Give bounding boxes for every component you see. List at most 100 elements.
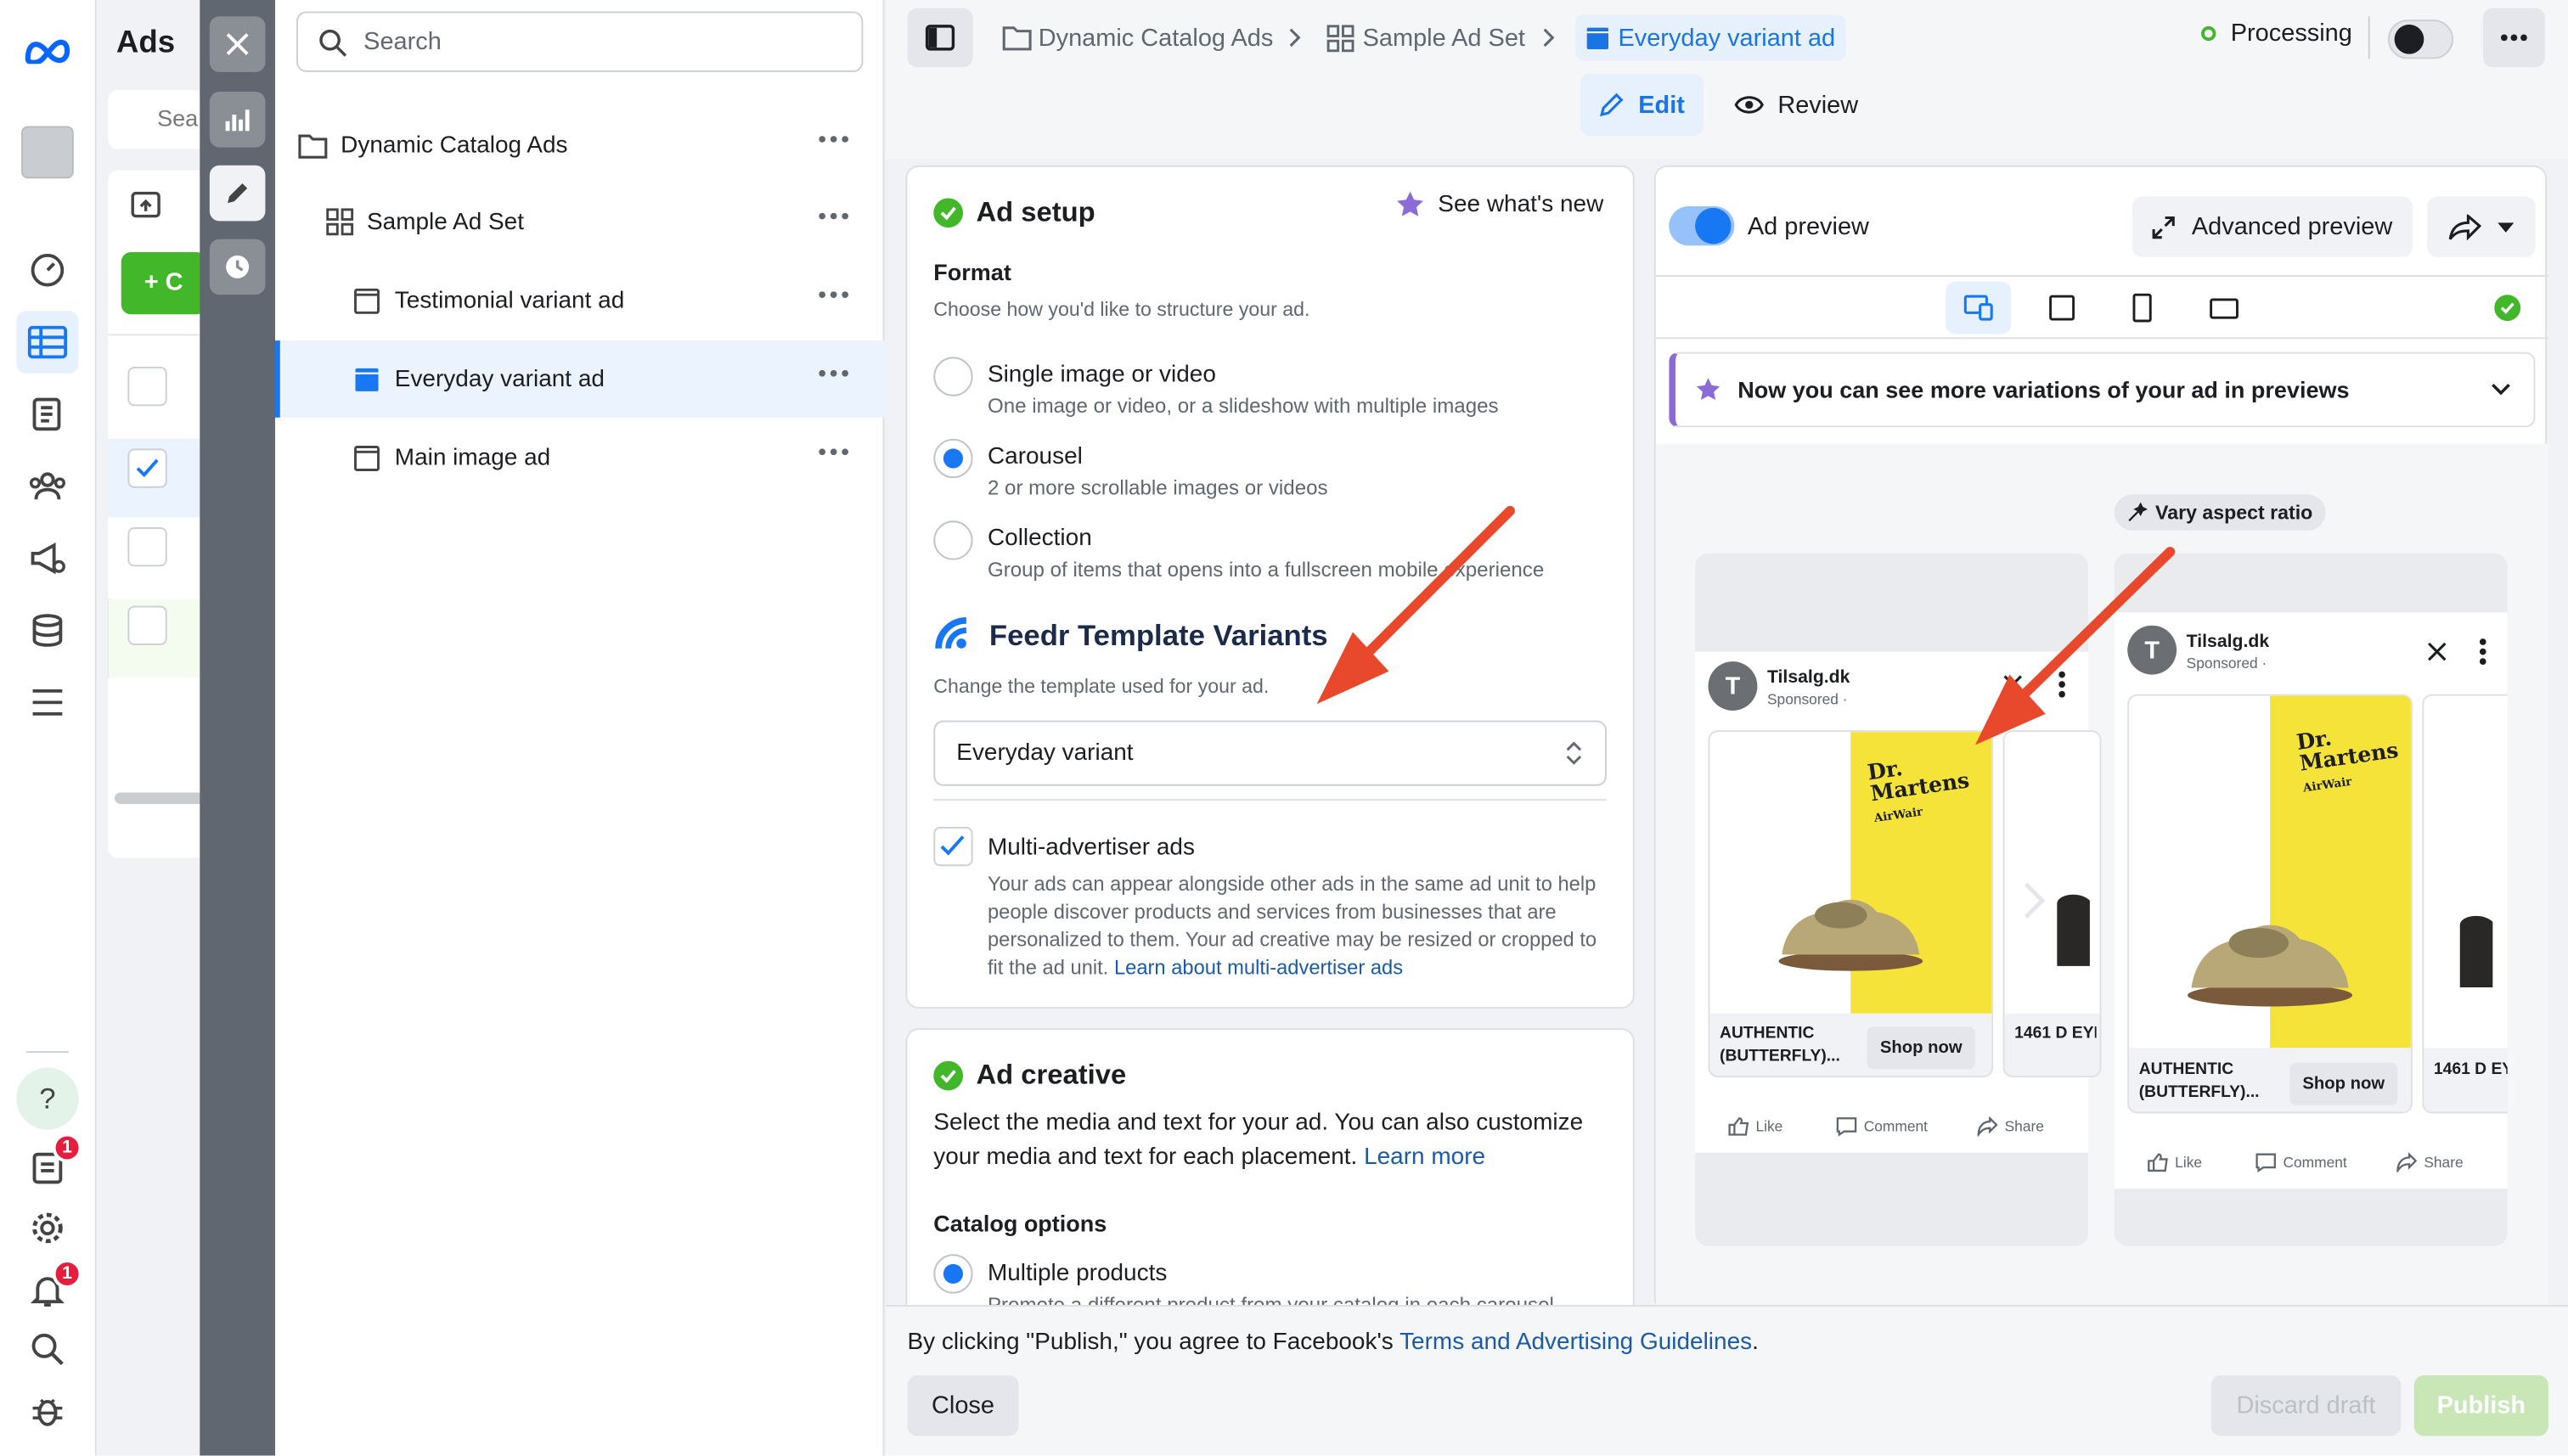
consent-prefix: By clicking "Publish," you agree to Face…	[907, 1330, 1400, 1356]
tree-node-label: Sample Ad Set	[367, 208, 525, 235]
square-ratio-icon[interactable]	[2046, 291, 2079, 324]
audiences-icon[interactable]	[16, 455, 78, 517]
row-checkbox[interactable]	[127, 605, 167, 645]
breadcrumb-campaign[interactable]: Dynamic Catalog Ads	[1002, 14, 1273, 60]
tree-node-adset[interactable]: Sample Ad Set	[275, 183, 884, 261]
more-options-icon[interactable]	[819, 369, 849, 377]
tree-node-campaign[interactable]: Dynamic Catalog Ads	[275, 106, 884, 183]
more-vertical-icon[interactable]	[2058, 671, 2065, 698]
learn-more-link[interactable]: Learn more	[1364, 1144, 1485, 1171]
history-clock-icon[interactable]	[209, 239, 266, 295]
multi-advertiser-checkbox[interactable]	[933, 826, 973, 867]
vertical-ratio-icon[interactable]	[2126, 291, 2159, 324]
catalog-database-icon[interactable]	[16, 599, 78, 661]
shop-now-button[interactable]: Shop now	[1867, 1026, 1975, 1070]
notifications-list-icon[interactable]: 1	[16, 1133, 82, 1198]
breadcrumb-ad[interactable]: Everyday variant ad	[1575, 14, 1845, 61]
more-vertical-icon[interactable]	[2479, 638, 2486, 666]
select-all-checkbox[interactable]	[127, 367, 167, 407]
ads-search-input[interactable]: Sea	[108, 90, 207, 149]
chevron-down-icon[interactable]	[2491, 383, 2510, 396]
multi-advertiser-link[interactable]: Learn about multi-advertiser ads	[1114, 956, 1403, 979]
share-preview-button[interactable]	[2427, 196, 2536, 257]
breadcrumb-adset[interactable]: Sample Ad Set	[1326, 14, 1525, 60]
settings-gear-icon[interactable]	[16, 1197, 78, 1259]
product-name: 1461 D EYE SH	[2014, 1025, 2096, 1043]
more-options-icon[interactable]	[819, 136, 849, 143]
variations-banner-text: Now you can see more variations of your …	[1737, 376, 2350, 403]
bug-report-icon[interactable]	[16, 1380, 78, 1442]
carousel-card-1[interactable]: Dr. Martens AirWair AUTHENTIC (BUTTERFLY)…	[1708, 730, 1994, 1078]
variations-banner[interactable]: Now you can see more variations of your …	[1669, 351, 2536, 428]
more-options-icon[interactable]	[819, 291, 849, 299]
close-icon[interactable]	[2003, 675, 2023, 694]
format-option-carousel[interactable]: Carousel 2 or more scrollable images or …	[988, 444, 1328, 500]
help-icon[interactable]: ?	[16, 1067, 79, 1130]
horizontal-ratio-icon[interactable]	[2206, 291, 2242, 324]
share-arrow-icon	[2448, 213, 2481, 240]
edit-tab[interactable]: Edit	[1580, 73, 1704, 137]
shop-now-button[interactable]: Shop now	[2289, 1062, 2398, 1105]
bell-icon[interactable]: 1	[16, 1259, 82, 1321]
vary-aspect-ratio-label: Vary aspect ratio	[2155, 501, 2313, 525]
comment-action[interactable]: Comment	[2255, 1153, 2347, 1172]
like-action[interactable]: Like	[2147, 1153, 2202, 1172]
review-tab[interactable]: Review	[1732, 74, 1862, 136]
format-radio-collection[interactable]	[933, 520, 973, 560]
share-action[interactable]: Share	[2396, 1152, 2464, 1172]
more-options-icon[interactable]	[819, 212, 849, 220]
thumbs-up-icon	[2148, 1153, 2168, 1172]
ads-manager-table-icon[interactable]	[16, 311, 79, 374]
horizontal-scrollbar[interactable]	[115, 792, 207, 804]
format-label: Format	[933, 258, 1011, 285]
tree-search-input[interactable]: Search	[296, 11, 864, 72]
comment-action[interactable]: Comment	[1836, 1116, 1928, 1137]
whats-new-link[interactable]: See what's new	[1395, 190, 1603, 220]
dashboard-icon[interactable]	[16, 239, 78, 301]
campaigns-megaphone-icon[interactable]	[16, 527, 78, 589]
carousel-card-2[interactable]: 1461 D EYE SH	[2422, 694, 2508, 1114]
folder-upload-icon[interactable]	[127, 187, 163, 222]
more-menu-icon[interactable]	[2482, 8, 2546, 68]
format-option-single[interactable]: Single image or video One image or video…	[988, 362, 1499, 418]
dark-mode-toggle[interactable]	[2387, 20, 2454, 59]
tree-node-ad[interactable]: Testimonial variant ad	[275, 262, 884, 340]
pages-icon[interactable]	[16, 383, 78, 445]
meta-logo-icon[interactable]	[16, 20, 78, 82]
carousel-next-icon[interactable]	[2023, 881, 2046, 920]
like-action[interactable]: Like	[1728, 1116, 1782, 1136]
publish-consent-text: By clicking "Publish," you agree to Face…	[907, 1330, 1758, 1356]
menu-icon[interactable]	[16, 672, 78, 734]
create-button[interactable]: + C	[121, 252, 207, 315]
toggle-sidebar-icon[interactable]	[907, 8, 973, 68]
share-action[interactable]: Share	[1977, 1116, 2044, 1137]
format-radio-single[interactable]	[933, 357, 973, 396]
tree-node-ad[interactable]: Main image ad	[275, 419, 884, 497]
performance-chart-icon[interactable]	[209, 92, 266, 148]
account-avatar[interactable]	[16, 121, 78, 183]
publish-button[interactable]: Publish	[2413, 1375, 2548, 1436]
tree-node-label: Everyday variant ad	[394, 366, 605, 392]
template-select[interactable]: Everyday variant	[933, 720, 1607, 786]
share-label: Share	[2424, 1154, 2464, 1171]
close-button[interactable]: Close	[907, 1375, 1019, 1436]
row-checkbox[interactable]	[127, 527, 167, 567]
carousel-card-1[interactable]: Dr. Martens AirWair AUTHENTIC (BUTTERFLY)…	[2127, 694, 2413, 1114]
carousel-card-2[interactable]: 1461 D EYE SH	[2002, 730, 2102, 1078]
more-options-icon[interactable]	[819, 448, 849, 456]
edit-tab-label: Edit	[1638, 91, 1685, 119]
terms-link[interactable]: Terms and Advertising Guidelines	[1399, 1330, 1752, 1356]
format-option-collection[interactable]: Collection Group of items that opens int…	[988, 526, 1544, 582]
row-checkbox-checked[interactable]	[127, 448, 167, 488]
close-icon[interactable]	[2427, 642, 2447, 661]
close-editor-icon[interactable]	[209, 16, 266, 72]
edit-pencil-icon[interactable]	[209, 165, 266, 222]
catalog-radio-multiple[interactable]	[933, 1254, 973, 1294]
search-icon[interactable]	[16, 1318, 78, 1380]
tree-node-ad-selected[interactable]: Everyday variant ad	[275, 340, 885, 418]
advanced-preview-button[interactable]: Advanced preview	[2132, 196, 2413, 257]
format-radio-carousel[interactable]	[933, 438, 973, 479]
discard-draft-button[interactable]: Discard draft	[2210, 1375, 2402, 1436]
all-placements-icon[interactable]	[1946, 281, 2012, 334]
ad-preview-toggle[interactable]	[1695, 207, 1732, 245]
